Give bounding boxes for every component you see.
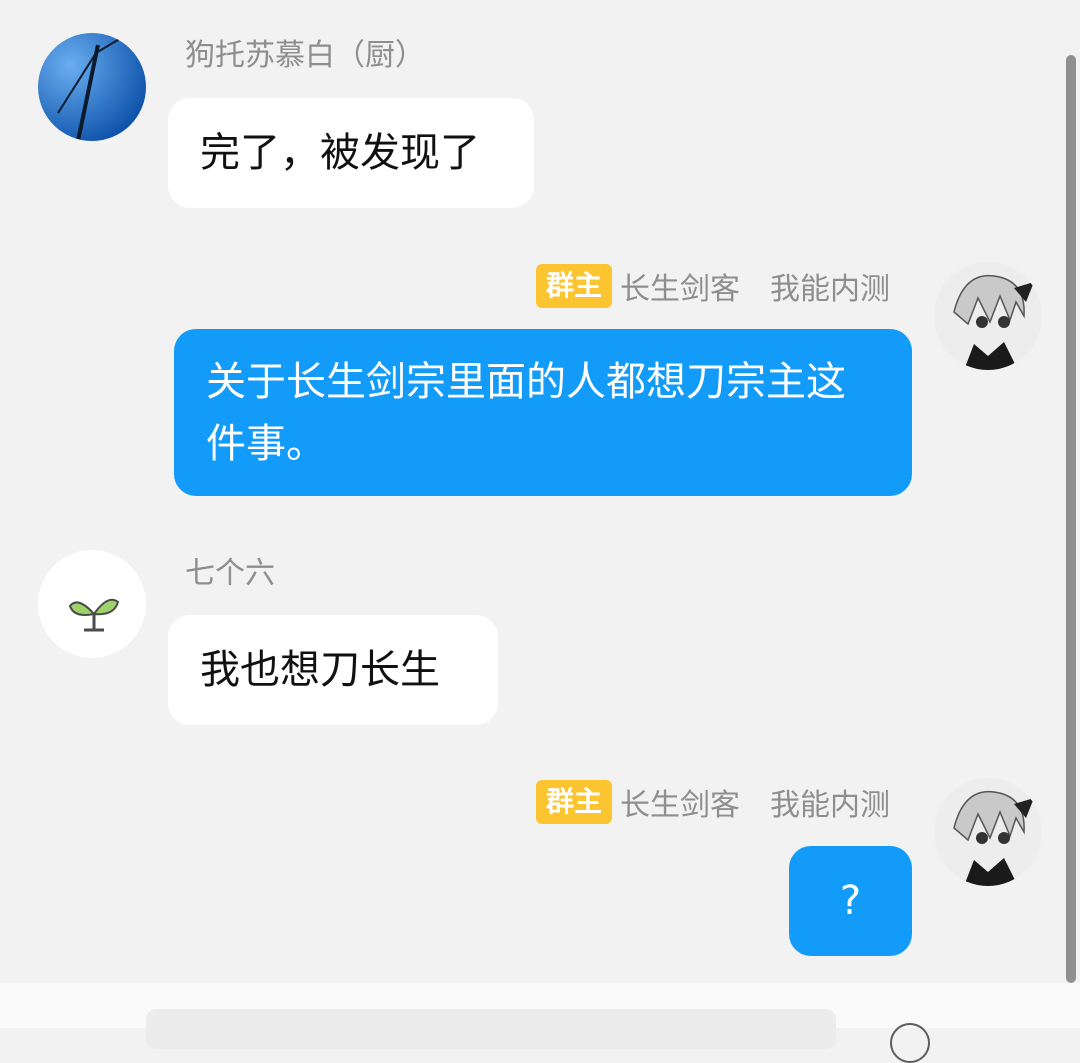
message-input[interactable]	[146, 1009, 836, 1049]
sender-name: 长生剑客	[620, 788, 740, 823]
anime-character-avatar-icon	[934, 778, 1042, 886]
sprout-avatar-icon	[38, 550, 146, 658]
anime-character-avatar-icon	[934, 262, 1042, 370]
sender-row: 群主 长生剑客 我能内测	[535, 264, 890, 308]
sender-row: 群主 长生剑客 我能内测	[535, 780, 890, 824]
sender-name: 狗托苏慕白（厨）	[185, 38, 425, 73]
wind-turbine-avatar-icon	[38, 33, 146, 141]
message-bubble[interactable]: 我也想刀长生	[168, 615, 498, 725]
sender-name: 长生剑客	[620, 272, 740, 307]
sender-avatar[interactable]	[38, 550, 146, 658]
sender-avatar[interactable]	[934, 778, 1042, 886]
emoji-icon[interactable]	[890, 1023, 930, 1063]
group-owner-badge: 群主	[535, 264, 612, 308]
chat-message-list[interactable]: 狗托苏慕白（厨） 完了，被发现了 群主 长生剑客 我能内测 关于长生剑宗里面的人…	[0, 0, 1080, 983]
sender-name: 七个六	[185, 556, 275, 591]
sender-title: 我能内测	[770, 788, 890, 823]
scrollbar[interactable]	[1066, 55, 1076, 983]
message-bubble[interactable]: 关于长生剑宗里面的人都想刀宗主这件事。	[174, 329, 912, 496]
sender-avatar[interactable]	[934, 262, 1042, 370]
sender-avatar[interactable]	[38, 33, 146, 141]
input-bar	[0, 983, 1080, 1063]
sender-title: 我能内测	[770, 272, 890, 307]
message-bubble[interactable]: ?	[789, 846, 912, 956]
message-bubble[interactable]: 完了，被发现了	[168, 98, 534, 208]
group-owner-badge: 群主	[535, 780, 612, 824]
